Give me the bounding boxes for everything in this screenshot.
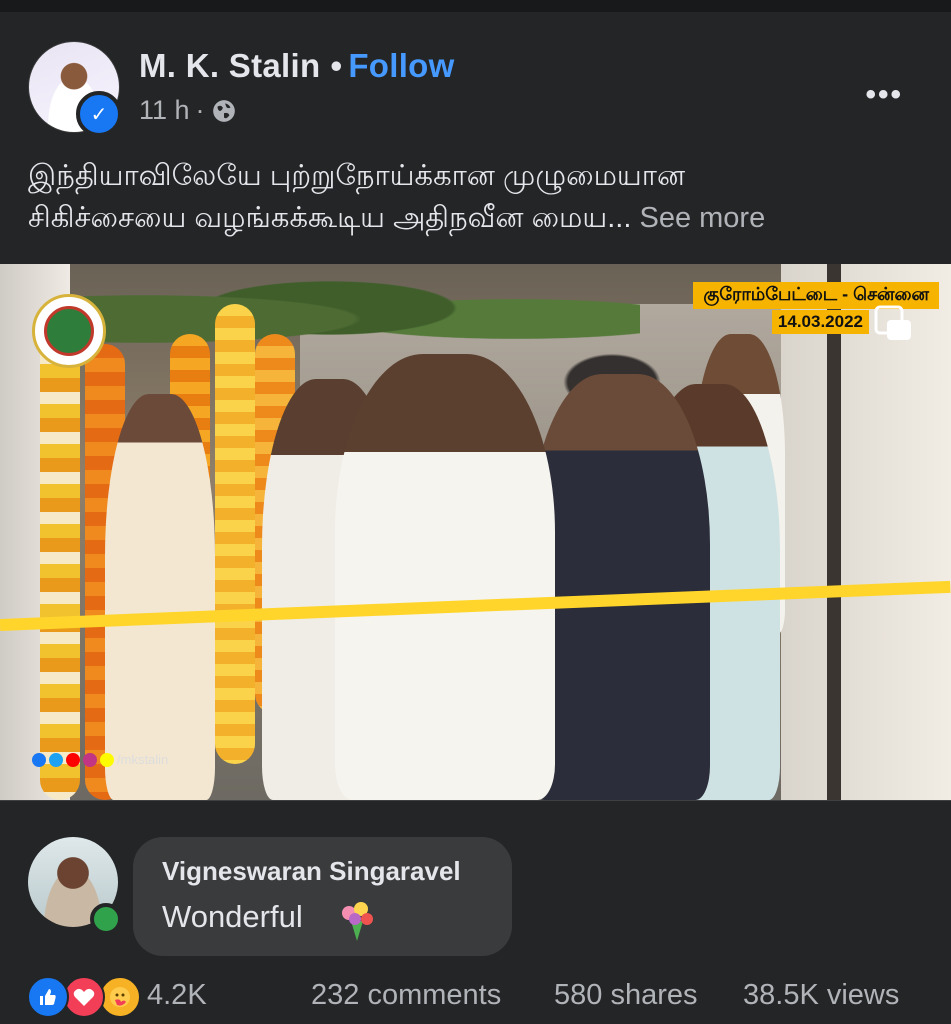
post-stats-bar: 4.2K 232 comments 580 shares 38.5K views [0,970,951,1024]
globe-icon [212,99,235,122]
author-avatar[interactable]: ✓ [28,41,122,137]
name-separator: • [330,47,343,84]
author-line: M. K. Stalin • Follow [139,47,455,85]
post-time[interactable]: 11 h [139,95,190,126]
video-door-frame [827,264,841,800]
views-count: 38.5K views [743,979,900,1011]
flower-garland [40,324,80,800]
love-icon [63,976,105,1018]
reaction-count[interactable]: 4.2K [147,979,207,1012]
see-more-link[interactable]: See more [639,202,765,234]
video-door-right [781,264,951,800]
snapchat-icon [100,752,114,767]
flower-garland [215,304,255,764]
online-status-icon [90,903,122,935]
reaction-icons[interactable] [27,976,147,1018]
post-header: ✓ M. K. Stalin • Follow 11 h · ••• [0,12,951,152]
follow-button[interactable]: Follow [348,47,454,84]
watermark-handle: /mkstalin [117,752,169,767]
social-handles: /mkstalin [32,752,168,767]
caption-line-1: இந்தியாவிலேயே புற்றுநோய்க்கான முழுமையான [28,160,686,192]
video-person [335,354,555,800]
twitter-icon [49,752,63,767]
post-video[interactable]: குரோம்பேட்டை - சென்னை 14.03.2022 /mkstal… [0,264,951,800]
pip-icon[interactable] [873,304,913,344]
comment-bubble[interactable]: Vigneswaran Singaravel Wonderful [133,837,512,956]
comment-text: Wonderful [162,899,303,934]
bouquet-icon [342,902,373,941]
video-person [105,394,215,800]
post-caption: இந்தியாவிலேயே புற்றுநோய்க்கான முழுமையான … [28,155,928,239]
date-badge: 14.03.2022 [771,310,869,334]
top-strip [0,0,951,12]
divider [0,800,951,801]
youtube-icon [66,752,80,767]
comment-author[interactable]: Vigneswaran Singaravel [162,856,461,887]
shares-count[interactable]: 580 shares [554,979,698,1012]
meta-separator: · [195,95,205,125]
post-meta: 11 h · [139,95,237,126]
video-person [530,374,710,800]
care-icon [99,976,141,1018]
caption-line-2-text: சிகிச்சையை வழங்கக்கூடிய அதிநவீன மைய... [28,202,632,234]
like-icon [27,976,69,1018]
more-options-button[interactable]: ••• [865,78,903,112]
tn-emblem-icon [32,294,106,368]
facebook-icon [32,752,46,767]
comments-count[interactable]: 232 comments [311,979,501,1012]
caption-line-2: சிகிச்சையை வழங்கக்கூடிய அதிநவீன மைய... S… [28,197,928,239]
instagram-icon [83,752,97,767]
author-name[interactable]: M. K. Stalin [139,47,320,84]
verified-badge-icon: ✓ [76,91,122,137]
